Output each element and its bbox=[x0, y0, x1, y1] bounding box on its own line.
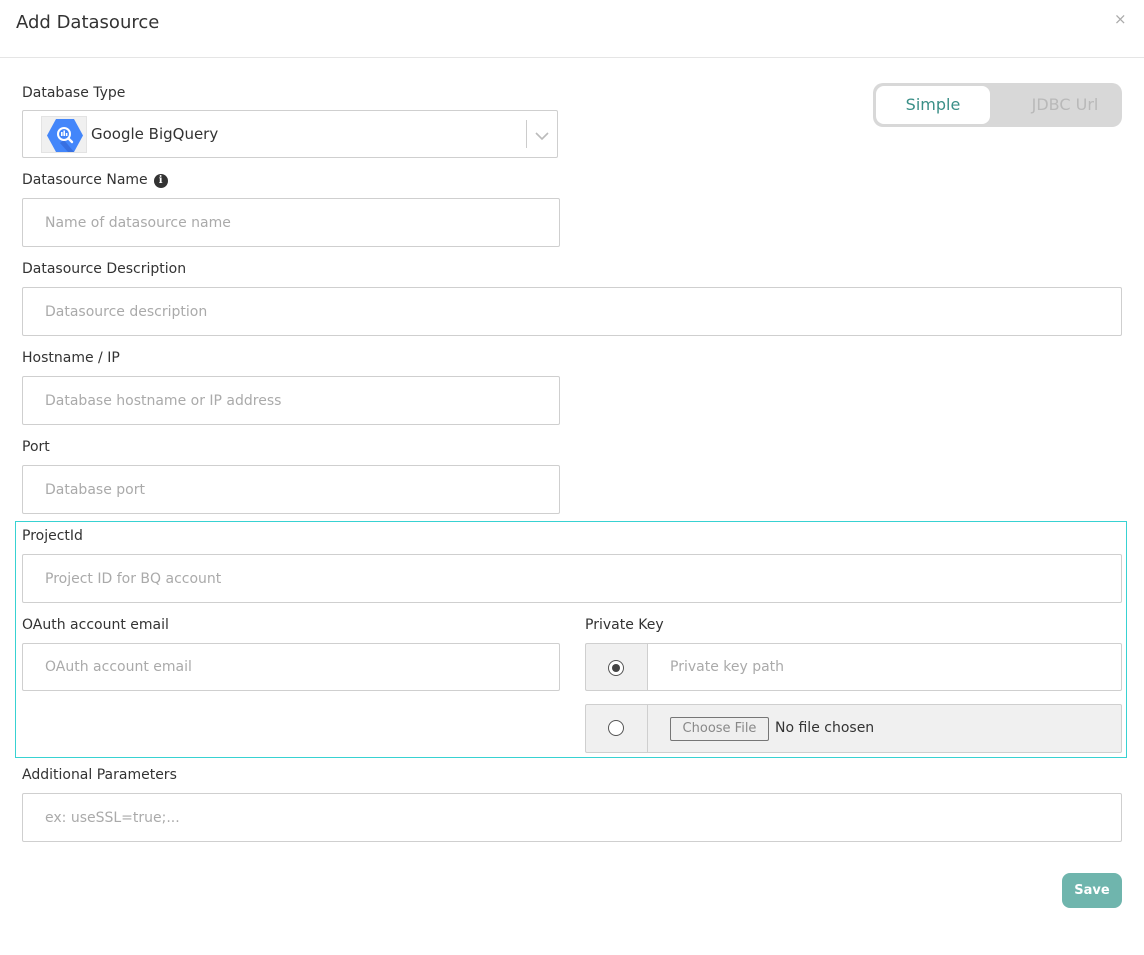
chevron-down-icon[interactable] bbox=[533, 124, 551, 146]
project-id-label: ProjectId bbox=[22, 528, 83, 544]
dialog-header: Add Datasource × bbox=[0, 0, 1144, 58]
additional-parameters-input[interactable] bbox=[22, 793, 1122, 842]
hostname-input[interactable] bbox=[22, 376, 560, 425]
close-icon[interactable]: × bbox=[1114, 10, 1127, 28]
datasource-description-input[interactable] bbox=[22, 287, 1122, 336]
private-key-file-option bbox=[585, 704, 648, 753]
database-type-select[interactable]: Google BigQuery bbox=[22, 110, 558, 158]
port-label: Port bbox=[22, 439, 50, 455]
database-type-label: Database Type bbox=[22, 85, 126, 101]
info-icon[interactable]: i bbox=[153, 174, 168, 188]
datasource-name-label: Datasource Name i bbox=[22, 172, 168, 188]
datasource-name-input[interactable] bbox=[22, 198, 560, 247]
datasource-description-label: Datasource Description bbox=[22, 261, 187, 277]
bigquery-icon bbox=[41, 116, 87, 153]
save-button[interactable]: Save bbox=[1062, 873, 1122, 908]
dialog-title: Add Datasource bbox=[16, 12, 160, 33]
private-key-label: Private Key bbox=[585, 617, 664, 633]
additional-parameters-label: Additional Parameters bbox=[22, 767, 177, 783]
datasource-name-label-text: Datasource Name bbox=[22, 172, 148, 188]
oauth-email-input[interactable] bbox=[22, 643, 560, 691]
oauth-email-label: OAuth account email bbox=[22, 617, 169, 633]
private-key-file-field: Choose File No file chosen bbox=[647, 704, 1122, 753]
file-status-text: No file chosen bbox=[775, 720, 875, 736]
jdbc-url-mode-button[interactable]: JDBC Url bbox=[1008, 86, 1122, 124]
database-type-value: Google BigQuery bbox=[91, 125, 219, 143]
choose-file-button[interactable]: Choose File bbox=[670, 717, 769, 741]
private-key-path-option bbox=[585, 643, 648, 691]
hostname-label: Hostname / IP bbox=[22, 350, 120, 366]
select-divider bbox=[526, 120, 527, 148]
private-key-file-radio[interactable] bbox=[608, 720, 624, 736]
private-key-path-radio[interactable] bbox=[608, 660, 624, 676]
simple-mode-button[interactable]: Simple bbox=[876, 86, 990, 124]
port-input[interactable] bbox=[22, 465, 560, 514]
private-key-path-input[interactable] bbox=[647, 643, 1122, 691]
project-id-input[interactable] bbox=[22, 554, 1122, 603]
mode-toggle: Simple JDBC Url bbox=[873, 83, 1122, 127]
